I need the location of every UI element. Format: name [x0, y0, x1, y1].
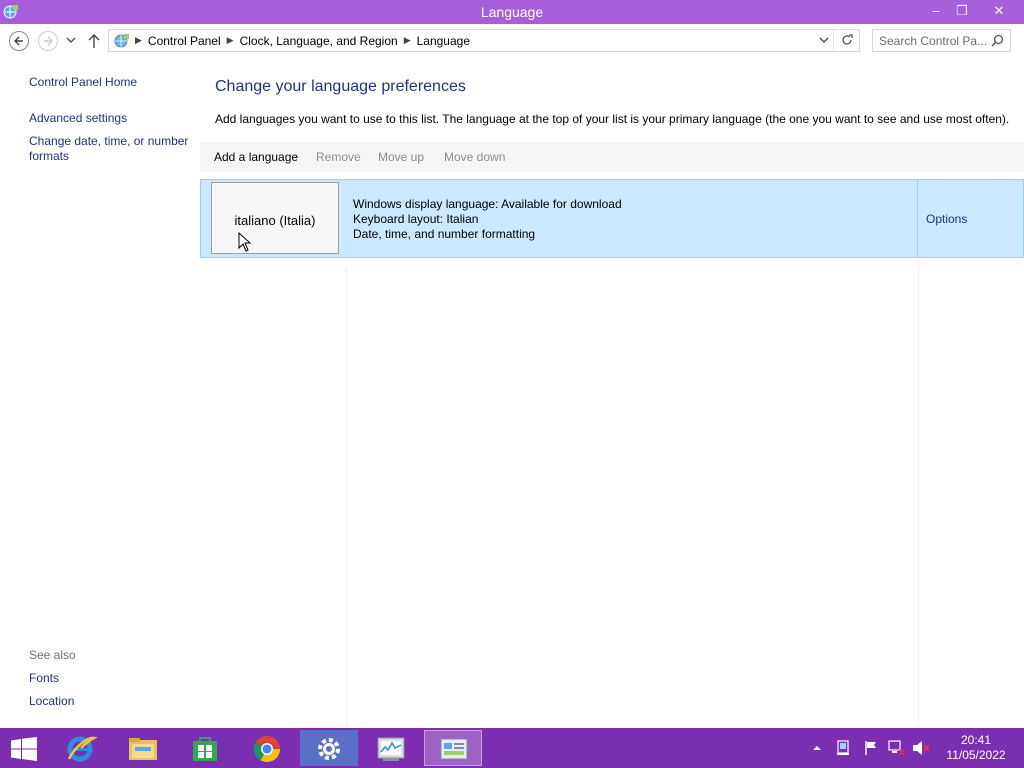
fonts-link[interactable]: Fonts	[29, 671, 59, 686]
volume-muted-icon[interactable]	[912, 740, 930, 756]
mouse-cursor-icon	[238, 232, 251, 252]
display-language-status: Windows display language: Available for …	[353, 197, 622, 211]
chrome-taskbar-button[interactable]	[238, 730, 296, 766]
internet-explorer-taskbar-button[interactable]	[52, 730, 110, 766]
chrome-icon	[253, 736, 281, 763]
change-date-time-formats-link[interactable]: Change date, time, or number formats	[29, 134, 197, 164]
row-divider	[917, 180, 918, 257]
internet-explorer-icon	[67, 736, 97, 762]
forward-button[interactable]	[38, 31, 58, 51]
title-bar: Language – ❐ ✕	[0, 0, 1024, 24]
breadcrumb-separator[interactable]: ▶	[404, 35, 411, 46]
window-title: Language	[480, 4, 544, 20]
breadcrumb-separator[interactable]: ▶	[135, 35, 142, 46]
address-divider	[833, 30, 834, 51]
store-taskbar-button[interactable]	[176, 730, 234, 766]
breadcrumb-clock-language-region[interactable]: Clock, Language, and Region	[240, 34, 398, 48]
system-clock[interactable]: 20:41 11/05/2022	[935, 733, 1017, 763]
network-icon[interactable]	[888, 740, 906, 756]
formatting-info: Date, time, and number formatting	[353, 227, 536, 241]
refresh-icon[interactable]	[840, 33, 854, 47]
add-language-button[interactable]: Add a language	[214, 150, 298, 164]
store-icon	[193, 737, 217, 761]
restore-button[interactable]: ❐	[948, 0, 976, 22]
page-description: Add languages you want to use to this li…	[215, 112, 1010, 126]
keyboard-layout: Keyboard layout: Italian	[353, 212, 479, 226]
gear-icon	[318, 738, 340, 760]
task-manager-taskbar-button[interactable]	[362, 730, 420, 766]
navigation-bar: ▶ Control Panel ▶ Clock, Language, and R…	[0, 24, 1024, 58]
control-panel-home-link[interactable]: Control Panel Home	[29, 75, 137, 90]
control-panel-globe-icon	[114, 33, 129, 47]
breadcrumb-control-panel[interactable]: Control Panel	[148, 34, 221, 48]
options-link[interactable]: Options	[926, 212, 967, 226]
breadcrumb-language[interactable]: Language	[417, 34, 470, 48]
language-tile[interactable]: italiano (Italia)	[211, 182, 339, 254]
left-pane: Control Panel Home Advanced settings Cha…	[0, 58, 200, 728]
language-name: italiano (Italia)	[234, 213, 316, 228]
location-link[interactable]: Location	[29, 694, 74, 709]
control-panel-icon	[440, 738, 468, 760]
move-down-button[interactable]: Move down	[444, 150, 505, 164]
column-divider	[918, 258, 919, 728]
control-panel-taskbar-button[interactable]	[424, 730, 482, 766]
page-title: Change your language preferences	[215, 78, 466, 95]
language-details: Windows display language: Available for …	[353, 197, 622, 242]
search-input[interactable]	[879, 33, 987, 48]
minimize-button[interactable]: –	[922, 0, 950, 22]
move-up-button[interactable]: Move up	[378, 150, 424, 164]
language-list-item[interactable]: italiano (Italia) Windows display langua…	[200, 179, 1024, 258]
language-toolbar: Add a language Remove Move up Move down	[200, 142, 1024, 172]
column-divider	[346, 268, 347, 728]
advanced-settings-link[interactable]: Advanced settings	[29, 111, 127, 126]
action-center-flag-icon[interactable]	[864, 740, 878, 756]
close-button[interactable]: ✕	[985, 0, 1013, 22]
address-dropdown-chevron-icon[interactable]	[819, 35, 829, 45]
clock-time: 20:41	[960, 733, 992, 747]
up-arrow-icon[interactable]	[87, 33, 101, 49]
breadcrumb-separator[interactable]: ▶	[227, 35, 234, 46]
windows-start-icon[interactable]	[10, 737, 38, 761]
recent-locations-chevron-icon[interactable]	[66, 36, 76, 44]
search-icon[interactable]	[991, 34, 1004, 47]
back-button[interactable]	[9, 31, 29, 51]
file-explorer-taskbar-button[interactable]	[114, 730, 172, 766]
show-hidden-icons-chevron-icon[interactable]	[812, 744, 822, 752]
task-manager-icon	[377, 737, 405, 761]
remove-button[interactable]: Remove	[316, 150, 361, 164]
forward-arrow-icon	[44, 36, 53, 46]
address-bar[interactable]: ▶ Control Panel ▶ Clock, Language, and R…	[108, 29, 860, 52]
see-also-label: See also	[29, 648, 76, 662]
back-arrow-icon	[14, 36, 23, 46]
settings-taskbar-button[interactable]	[300, 730, 358, 766]
taskbar: 20:41 11/05/2022	[0, 728, 1024, 768]
usb-device-icon[interactable]	[836, 740, 850, 756]
folder-icon	[129, 738, 157, 760]
clock-date: 11/05/2022	[946, 748, 1006, 762]
search-box[interactable]	[872, 29, 1011, 52]
